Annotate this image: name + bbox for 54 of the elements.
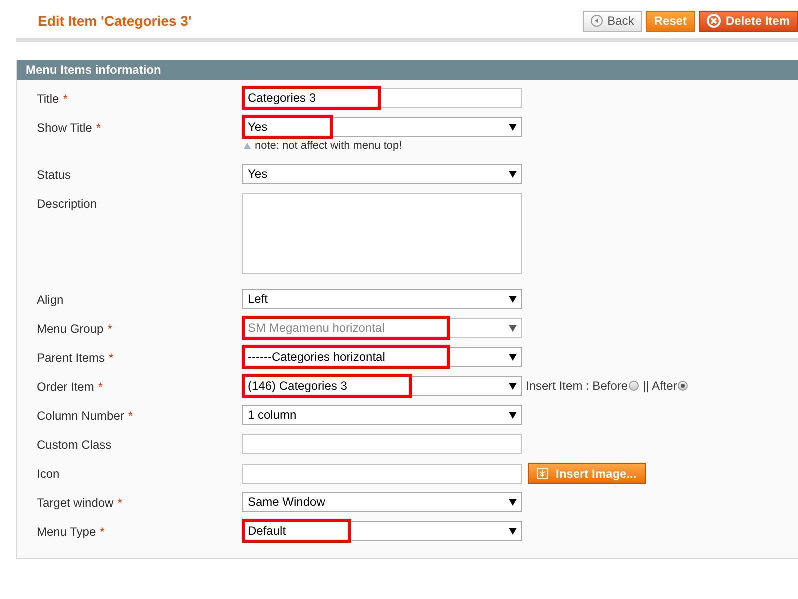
field-note: note: not affect with menu top! — [255, 140, 402, 152]
required-mark: * — [100, 525, 105, 539]
field-label: Menu Group — [37, 322, 104, 336]
caret-icon — [509, 296, 517, 302]
field-label: Status — [37, 168, 72, 182]
required-mark: * — [96, 121, 102, 135]
select-field[interactable]: Left — [242, 289, 522, 309]
required-mark: * — [63, 92, 68, 106]
caret-icon — [509, 528, 517, 534]
page-title: Edit Item 'Categories 3' — [38, 13, 192, 29]
input-field[interactable] — [242, 464, 522, 484]
field-label: Column Number — [37, 409, 124, 423]
image-icon — [537, 468, 548, 479]
triangle-icon — [244, 143, 251, 149]
text-area[interactable] — [242, 193, 522, 274]
field-label: Show Title — [37, 121, 92, 135]
caret-icon — [509, 170, 517, 178]
input-field[interactable]: Categories 3 — [242, 88, 522, 108]
field-label: Menu Type — [37, 525, 96, 539]
close-icon — [706, 14, 721, 28]
select-field[interactable]: Default — [242, 521, 522, 541]
field-label: Description — [37, 197, 98, 211]
field-label: Parent Items — [37, 351, 106, 365]
required-mark: * — [108, 322, 112, 336]
required-mark: * — [128, 409, 134, 423]
radio-button[interactable] — [629, 381, 640, 391]
field-label: Icon — [37, 467, 60, 481]
field-label: Custom Class — [37, 438, 112, 452]
select-field[interactable]: Yes — [242, 117, 522, 137]
back-icon — [590, 15, 603, 27]
back-button[interactable]: Back — [582, 10, 642, 32]
select-field[interactable]: 1 column — [242, 405, 522, 425]
field-label: Title — [37, 92, 60, 106]
caret-icon — [509, 498, 517, 506]
caret-icon — [509, 124, 517, 130]
option-label: || After — [643, 379, 678, 393]
caret-icon — [509, 412, 517, 418]
field-label: Target window — [37, 496, 114, 510]
caret-icon — [509, 324, 517, 332]
caret-icon — [509, 382, 517, 390]
option-label: Insert Item : Before — [526, 379, 628, 393]
panel-header: Menu Items information — [17, 60, 798, 80]
required-mark: * — [98, 380, 104, 394]
input-field[interactable] — [242, 434, 522, 454]
select-field[interactable]: (146) Categories 3 — [242, 376, 522, 396]
select-field[interactable]: Yes — [242, 164, 522, 184]
required-mark: * — [109, 351, 114, 365]
radio-button[interactable] — [678, 381, 688, 391]
select-field[interactable]: ------Categories horizontal — [242, 347, 522, 367]
required-mark: * — [118, 496, 122, 510]
field-label: Align — [37, 293, 64, 307]
field-label: Order Item — [37, 380, 94, 394]
select-field[interactable]: Same Window — [242, 492, 522, 512]
caret-icon — [509, 354, 517, 360]
